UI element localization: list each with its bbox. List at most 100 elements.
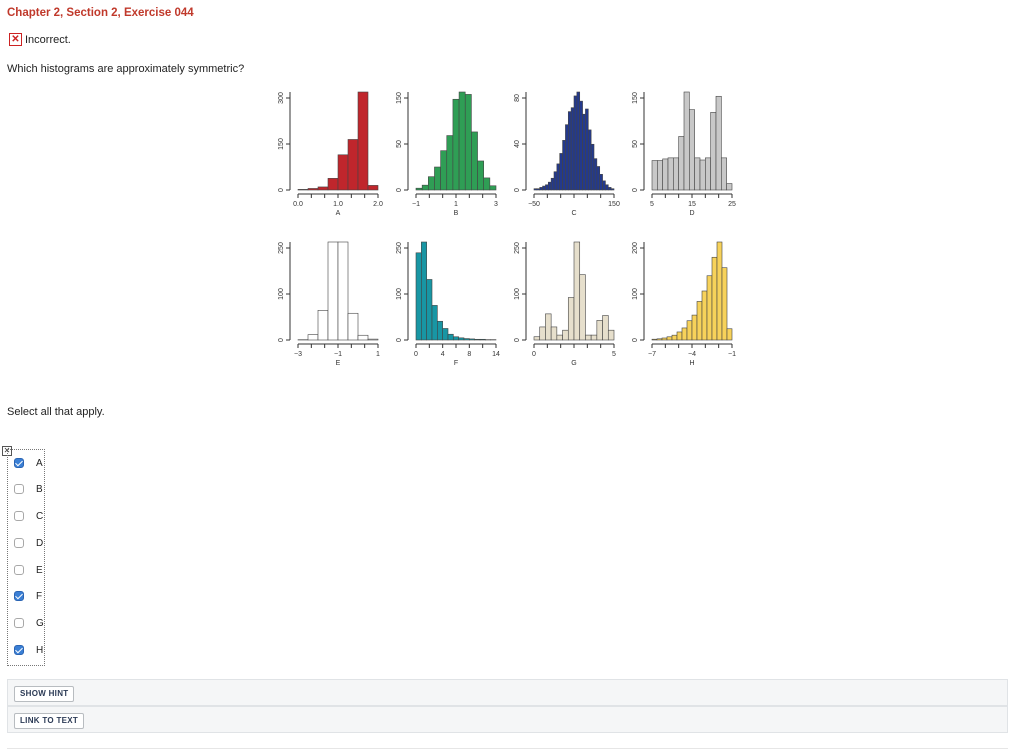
histogram-bar [536, 188, 541, 191]
y-tick-label: 250 [396, 242, 403, 254]
x-tick-label: 1.0 [333, 201, 343, 208]
x-tick-label: 4 [441, 351, 445, 358]
checkbox[interactable] [14, 565, 24, 575]
choice-f[interactable]: F [14, 589, 42, 603]
histogram-bar [446, 135, 454, 191]
x-mark-icon: ✕ [9, 33, 22, 46]
histogram-B: 0 50 150 −1 1 3 B [396, 91, 498, 217]
x-tick-label: −4 [688, 351, 696, 358]
link-to-text-button[interactable]: LINK TO TEXT [14, 713, 85, 729]
histogram-bar [593, 158, 598, 191]
histogram-bar [421, 184, 429, 191]
histogram-bar [337, 241, 349, 341]
histogram-bar [471, 131, 478, 191]
show-hint-button[interactable]: SHOW HINT [14, 686, 75, 702]
choice-label: E [36, 564, 43, 576]
histogram-bar [483, 177, 491, 191]
histogram-bar [550, 177, 555, 191]
histogram-bar [463, 338, 470, 341]
result-status: ✕ Incorrect. [9, 33, 71, 46]
page-title: Chapter 2, Section 2, Exercise 044 [7, 7, 194, 19]
histogram-bar [447, 333, 454, 341]
panel-label: G [571, 360, 576, 367]
choice-h[interactable]: H [14, 643, 43, 657]
histogram-bar [691, 314, 698, 341]
histogram-bar [605, 184, 609, 191]
histogram-bar [726, 183, 733, 191]
histogram-bar [579, 274, 586, 341]
histogram-bar [367, 185, 379, 191]
y-tick-label: 40 [514, 140, 521, 148]
checkbox[interactable] [14, 618, 24, 628]
histogram-bar [602, 180, 606, 191]
choice-e[interactable]: E [14, 563, 43, 577]
checkbox[interactable] [14, 645, 24, 655]
histogram-H: 0 100 200 −7 −4 −1 H [632, 241, 736, 367]
hint-panel: SHOW HINT [7, 679, 1008, 706]
y-tick-label: 0 [396, 188, 403, 192]
choice-label: H [36, 644, 44, 656]
histogram-bar [431, 305, 438, 341]
histogram-bar [550, 326, 558, 341]
histogram-bar [421, 241, 427, 341]
histogram-bar [347, 139, 359, 191]
choice-c[interactable]: C [14, 509, 43, 523]
histogram-bar [440, 150, 448, 191]
histogram-bar [562, 329, 569, 341]
histogram-bar [428, 176, 435, 191]
checkbox[interactable] [14, 458, 24, 468]
y-tick-label: 50 [396, 140, 403, 148]
y-tick-label: 0 [514, 188, 521, 192]
histogram-bar [367, 338, 379, 341]
x-tick-label: −50 [528, 201, 540, 208]
y-tick-label: 300 [278, 92, 285, 104]
histogram-bar [297, 189, 309, 191]
checkbox[interactable] [14, 511, 24, 521]
histograms-figure: 0 150 300 0.0 1.0 2.0 A 0 50 150 −1 1 3 B 0 40 80 −50 150 C… [270, 82, 750, 382]
histogram-bar [539, 326, 546, 341]
choice-g[interactable]: G [14, 616, 44, 630]
checkbox[interactable] [14, 538, 24, 548]
x-tick-label: −1 [728, 351, 736, 358]
y-tick-label: 150 [396, 92, 403, 104]
histogram-F: 0 100 250 0 4 8 14 F [396, 241, 500, 367]
choice-a[interactable]: A [14, 456, 43, 470]
histogram-bar [556, 163, 561, 191]
y-tick-label: 100 [514, 288, 521, 300]
choice-d[interactable]: D [14, 536, 43, 550]
histogram-bar [701, 290, 708, 341]
histogram-bar [452, 98, 460, 191]
x-tick-label: 3 [494, 201, 498, 208]
checkbox[interactable] [14, 484, 24, 494]
footer-divider [7, 748, 1008, 749]
y-tick-label: 250 [278, 242, 285, 254]
histogram-bar [533, 336, 541, 341]
choice-label: B [36, 483, 43, 495]
histogram-bar [307, 188, 319, 191]
y-tick-label: 0 [396, 338, 403, 342]
x-tick-label: 5 [612, 351, 616, 358]
histogram-bar [656, 338, 663, 341]
y-tick-label: 0 [278, 188, 285, 192]
histogram-bar [706, 275, 713, 341]
histogram-bar [582, 113, 586, 191]
histogram-bar [567, 111, 572, 191]
histogram-bar [533, 188, 538, 191]
y-tick-label: 100 [278, 288, 285, 300]
histogram-bar [662, 158, 669, 191]
histogram-bar [661, 337, 668, 341]
choice-b[interactable]: B [14, 482, 43, 496]
histogram-bar [699, 159, 706, 191]
histogram-bar [711, 256, 718, 341]
x-tick-label: 0 [532, 351, 536, 358]
x-tick-label: 25 [728, 201, 736, 208]
histogram-bar [587, 129, 592, 191]
instructions-text: Select all that apply. [7, 406, 105, 418]
histogram-bar [317, 186, 329, 191]
link-panel: LINK TO TEXT [7, 706, 1008, 733]
checkbox[interactable] [14, 591, 24, 601]
histogram-bar [657, 160, 663, 191]
histogram-bar [696, 301, 703, 341]
histogram-bar [542, 185, 546, 191]
choice-label: D [36, 537, 44, 549]
